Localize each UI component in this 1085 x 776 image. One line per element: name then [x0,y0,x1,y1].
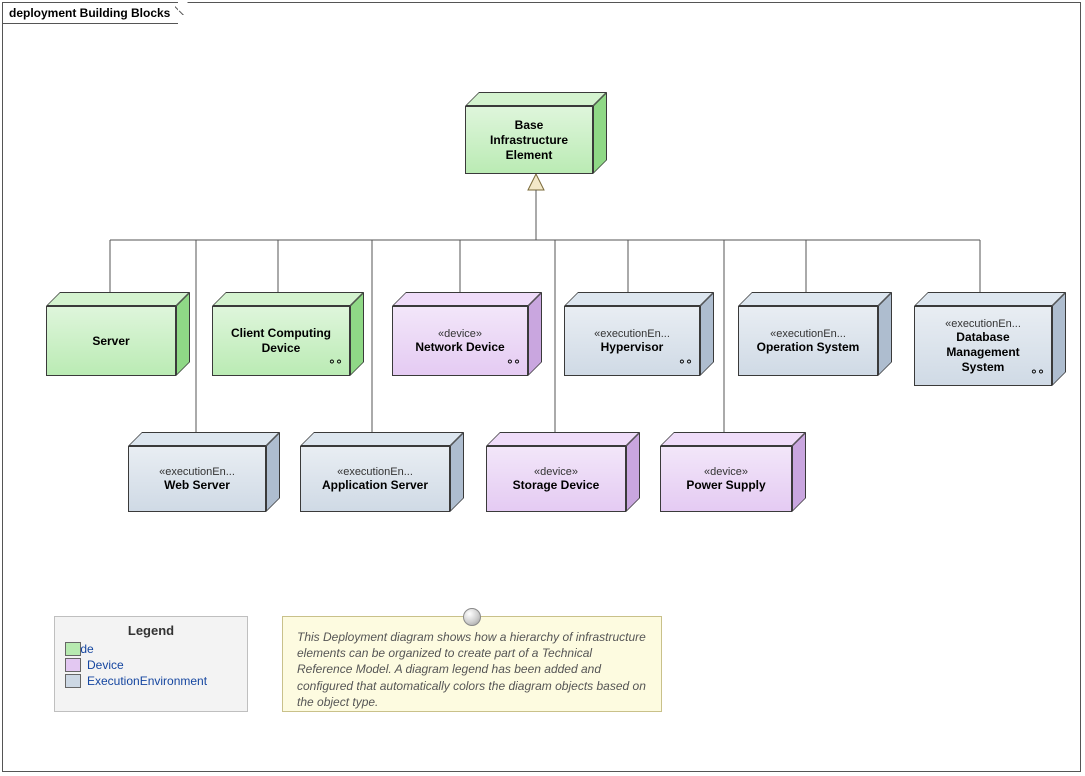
node-label: BaseInfrastructureElement [490,118,568,163]
node-label: Application Server [322,478,428,493]
swatch-device [65,658,81,672]
legend-box[interactable]: Legend Node Device ExecutionEnvironment [54,616,248,712]
linked-icon: ⚬⚬ [677,355,691,369]
diagram-note[interactable]: This Deployment diagram shows how a hier… [282,616,662,712]
diagram-title: deployment Building Blocks [9,6,170,20]
legend-row-node: Node [65,642,237,656]
pin-icon [463,608,481,626]
linked-icon: ⚬⚬ [1029,365,1043,379]
legend-row-device: Device [65,658,237,672]
legend-row-exec: ExecutionEnvironment [65,674,237,688]
node-label: Network Device [415,340,504,355]
node-label: Storage Device [513,478,600,493]
node-label: Hypervisor [601,340,664,355]
node-label: Client ComputingDevice [231,326,331,356]
node-stereotype: «device» [534,466,578,478]
swatch-exec [65,674,81,688]
node-stereotype: «device» [704,466,748,478]
node-stereotype: «executionEn... [594,328,670,340]
legend-label: ExecutionEnvironment [87,674,207,688]
node-label: Web Server [164,478,230,493]
node-label: DatabaseManagementSystem [946,330,1019,375]
linked-icon: ⚬⚬ [505,355,519,369]
node-stereotype: «executionEn... [770,328,846,340]
linked-icon: ⚬⚬ [327,355,341,369]
legend-label: Device [87,658,124,672]
node-label: Operation System [757,340,860,355]
node-stereotype: «executionEn... [337,466,413,478]
swatch-node [65,642,81,656]
node-stereotype: «executionEn... [159,466,235,478]
node-stereotype: «executionEn... [945,318,1021,330]
node-label: Power Supply [686,478,765,493]
legend-title: Legend [65,623,237,638]
node-stereotype: «device» [438,328,482,340]
node-label: Server [92,334,129,349]
diagram-title-tab: deployment Building Blocks [2,2,178,24]
note-text: This Deployment diagram shows how a hier… [297,630,646,709]
